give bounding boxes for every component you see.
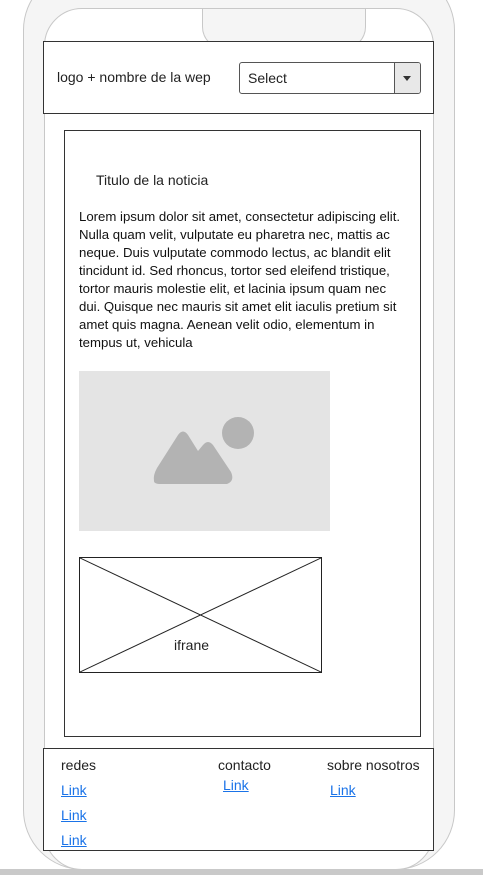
footer-col-redes: redes Link Link Link <box>61 757 96 848</box>
footer-link-sobre-nosotros[interactable]: Link <box>330 782 420 798</box>
news-article: Titulo de la noticia Lorem ipsum dolor s… <box>64 130 421 737</box>
iframe-label: ifrane <box>174 637 210 653</box>
footer-heading-sobre-nosotros: sobre nosotros <box>327 757 420 773</box>
footer-link-redes-1[interactable]: Link <box>61 782 96 798</box>
page: logo + nombre de la wep Select Titulo de… <box>0 0 483 875</box>
site-footer: redes Link Link Link contacto Link sobre… <box>43 748 434 851</box>
image-icon <box>153 417 254 484</box>
article-title: Titulo de la noticia <box>96 172 209 188</box>
footer-link-redes-2[interactable]: Link <box>61 807 96 823</box>
footer-col-contacto: contacto Link <box>218 757 271 793</box>
iframe-cross-icon <box>80 558 321 672</box>
footer-heading-contacto: contacto <box>218 757 271 773</box>
brand-logo-text: logo + nombre de la wep <box>57 69 211 85</box>
iframe-placeholder: ifrane <box>79 557 322 673</box>
site-header: logo + nombre de la wep Select <box>43 41 434 114</box>
chevron-down-icon <box>403 76 411 81</box>
footer-link-redes-3[interactable]: Link <box>61 832 96 848</box>
article-body: Lorem ipsum dolor sit amet, consectetur … <box>79 209 401 350</box>
footer-col-sobre-nosotros: sobre nosotros Link <box>327 757 420 798</box>
footer-heading-redes: redes <box>61 757 97 773</box>
select-toggle-button[interactable] <box>394 63 420 93</box>
select-value: Select <box>248 70 287 86</box>
select-dropdown[interactable]: Select <box>239 62 421 94</box>
footer-link-contacto[interactable]: Link <box>223 777 271 793</box>
horizontal-scrollbar[interactable] <box>0 869 483 875</box>
image-placeholder <box>79 371 330 531</box>
